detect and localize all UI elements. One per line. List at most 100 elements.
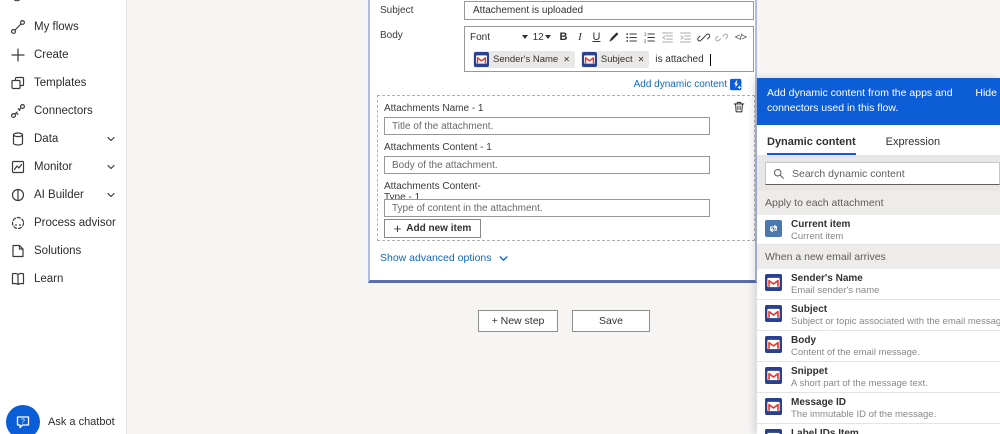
search-dynamic-content-input[interactable]: [792, 164, 999, 184]
italic-button[interactable]: I: [574, 30, 586, 44]
chip-remove-icon[interactable]: ✕: [637, 55, 646, 64]
chevron-down-icon: [522, 35, 528, 39]
chevron-down-icon: [545, 35, 551, 39]
dynamic-content-item-senders-name[interactable]: Sender's Name Email sender's name: [757, 269, 1000, 300]
underline-button[interactable]: U: [591, 30, 603, 44]
link-icon[interactable]: [697, 30, 710, 44]
unlink-icon[interactable]: [715, 30, 728, 44]
sidebar-item-label: Connectors: [34, 105, 93, 117]
learn-book-icon: [10, 271, 26, 287]
dynamic-content-item-current-item[interactable]: Current item Current item: [757, 215, 1000, 245]
apply-to-each-icon: [765, 220, 782, 237]
gmail-icon: [765, 429, 782, 434]
bold-button[interactable]: B: [558, 30, 570, 44]
sidebar-item-label: My flows: [34, 21, 79, 33]
sidebar-item-label: Monitor: [34, 161, 72, 173]
item-description: Current item: [791, 231, 1000, 242]
sidebar-item-label: Templates: [34, 77, 86, 89]
attachment-name-label: Attachments Name - 1: [384, 103, 754, 114]
sidebar-item-label: AI Builder: [34, 189, 84, 201]
body-rich-text-editor[interactable]: Font 12 B I U 12 </> Sender's Name ✕: [464, 26, 754, 72]
chip-remove-icon[interactable]: ✕: [562, 55, 571, 64]
dynamic-token-chip[interactable]: Sender's Name ✕: [473, 51, 575, 68]
show-advanced-options-label: Show advanced options: [380, 252, 492, 264]
sidebar-item-create[interactable]: Create: [0, 41, 126, 69]
add-dynamic-content-label: Add dynamic content: [634, 79, 727, 90]
bullet-list-icon[interactable]: [625, 30, 638, 44]
attachment-content-type-input[interactable]: [384, 199, 710, 217]
body-plain-text: is attached: [655, 54, 703, 65]
attachment-content-type-label-wrap: Type - 1: [384, 192, 754, 199]
font-size-dropdown[interactable]: 12: [533, 32, 551, 43]
item-title: Sender's Name: [791, 273, 1000, 285]
dynamic-content-item-label-ids-item[interactable]: Label IDs Item: [757, 424, 1000, 434]
chevron-down-icon[interactable]: [106, 134, 116, 144]
flow-step-card[interactable]: Subject Body Font 12 B I U 12 </> Se: [368, 0, 757, 283]
chevron-down-icon[interactable]: [106, 190, 116, 200]
item-description: Content of the email message.: [791, 347, 1000, 358]
sidebar-item-process-advisor[interactable]: Process advisor: [0, 209, 126, 237]
sidebar-item-my-flows[interactable]: My flows: [0, 13, 126, 41]
dynamic-content-item-subject[interactable]: Subject Subject or topic associated with…: [757, 300, 1000, 331]
subject-input[interactable]: [464, 1, 754, 20]
gmail-icon: [474, 52, 489, 67]
ask-chatbot-label: Ask a chatbot: [48, 416, 115, 428]
sidebar-item-solutions[interactable]: Solutions: [0, 237, 126, 265]
ai-builder-icon: [10, 187, 26, 203]
svg-text:?: ?: [21, 418, 25, 425]
tab-expression[interactable]: Expression: [886, 136, 940, 155]
attachments-item-group: Attachments Name - 1 Attachments Content…: [377, 95, 755, 241]
sidebar-item-connectors[interactable]: Connectors: [0, 97, 126, 125]
sidebar-item-ai-builder[interactable]: AI Builder: [0, 181, 126, 209]
clipped-nav-icon: [10, 0, 24, 6]
flow-icon: [10, 19, 26, 35]
gmail-icon: [765, 305, 782, 322]
dynamic-content-item-message-id[interactable]: Message ID The immutable ID of the messa…: [757, 393, 1000, 424]
sidebar-item-monitor[interactable]: Monitor: [0, 153, 126, 181]
solutions-icon: [10, 243, 26, 259]
font-color-pen-icon[interactable]: [607, 30, 620, 44]
chevron-down-icon[interactable]: [106, 162, 116, 172]
search-box[interactable]: [765, 162, 1000, 185]
tab-dynamic-content[interactable]: Dynamic content: [767, 136, 856, 155]
outdent-icon[interactable]: [661, 30, 674, 44]
font-family-dropdown[interactable]: Font: [470, 32, 528, 43]
dynamic-content-panel: Add dynamic content from the apps and co…: [757, 78, 1000, 434]
add-dynamic-content-link[interactable]: Add dynamic content: [634, 78, 743, 91]
item-title: Snippet: [791, 366, 1000, 378]
rich-text-toolbar: Font 12 B I U 12 </>: [465, 27, 753, 47]
indent-icon[interactable]: [679, 30, 692, 44]
new-step-button[interactable]: + New step: [478, 310, 558, 332]
font-dropdown-label: Font: [470, 32, 490, 43]
sidebar-item-templates[interactable]: Templates: [0, 69, 126, 97]
attachment-content-type-label: Attachments Content-: [384, 181, 754, 192]
database-icon: [10, 131, 26, 147]
ask-chatbot-button[interactable]: ?: [6, 405, 40, 434]
sidebar-item-learn[interactable]: Learn: [0, 265, 126, 293]
sidebar-item-data[interactable]: Data: [0, 125, 126, 153]
item-title: Label IDs Item: [791, 428, 1000, 434]
subject-field-label: Subject: [380, 5, 413, 16]
section-header-when-new-email-arrives: When a new email arrives: [757, 245, 1000, 269]
dynamic-content-item-snippet[interactable]: Snippet A short part of the message text…: [757, 362, 1000, 393]
add-new-item-button[interactable]: + Add new item: [384, 219, 481, 238]
show-advanced-options-link[interactable]: Show advanced options: [380, 252, 509, 264]
numbered-list-icon[interactable]: 12: [643, 30, 656, 44]
body-editor-content[interactable]: Sender's Name ✕ Subject ✕ is attached: [465, 47, 753, 68]
svg-text:2: 2: [644, 38, 647, 43]
attachment-content-input[interactable]: [384, 156, 710, 174]
save-button[interactable]: Save: [572, 310, 650, 332]
sidebar-item-label: Process advisor: [34, 217, 116, 229]
code-view-button[interactable]: </>: [733, 30, 748, 44]
plus-icon: +: [394, 222, 402, 235]
sidebar-item-label: Solutions: [34, 245, 81, 257]
attachment-name-input[interactable]: [384, 117, 710, 135]
dynamic-token-chip[interactable]: Subject ✕: [581, 51, 649, 68]
gmail-icon: [765, 336, 782, 353]
connectors-icon: [10, 103, 26, 119]
dynamic-content-icon: [730, 78, 743, 91]
panel-info-banner: Add dynamic content from the apps and co…: [757, 78, 1000, 125]
dynamic-content-item-body[interactable]: Body Content of the email message.: [757, 331, 1000, 362]
svg-text:1: 1: [644, 31, 647, 36]
hide-panel-link[interactable]: Hide: [975, 87, 997, 99]
